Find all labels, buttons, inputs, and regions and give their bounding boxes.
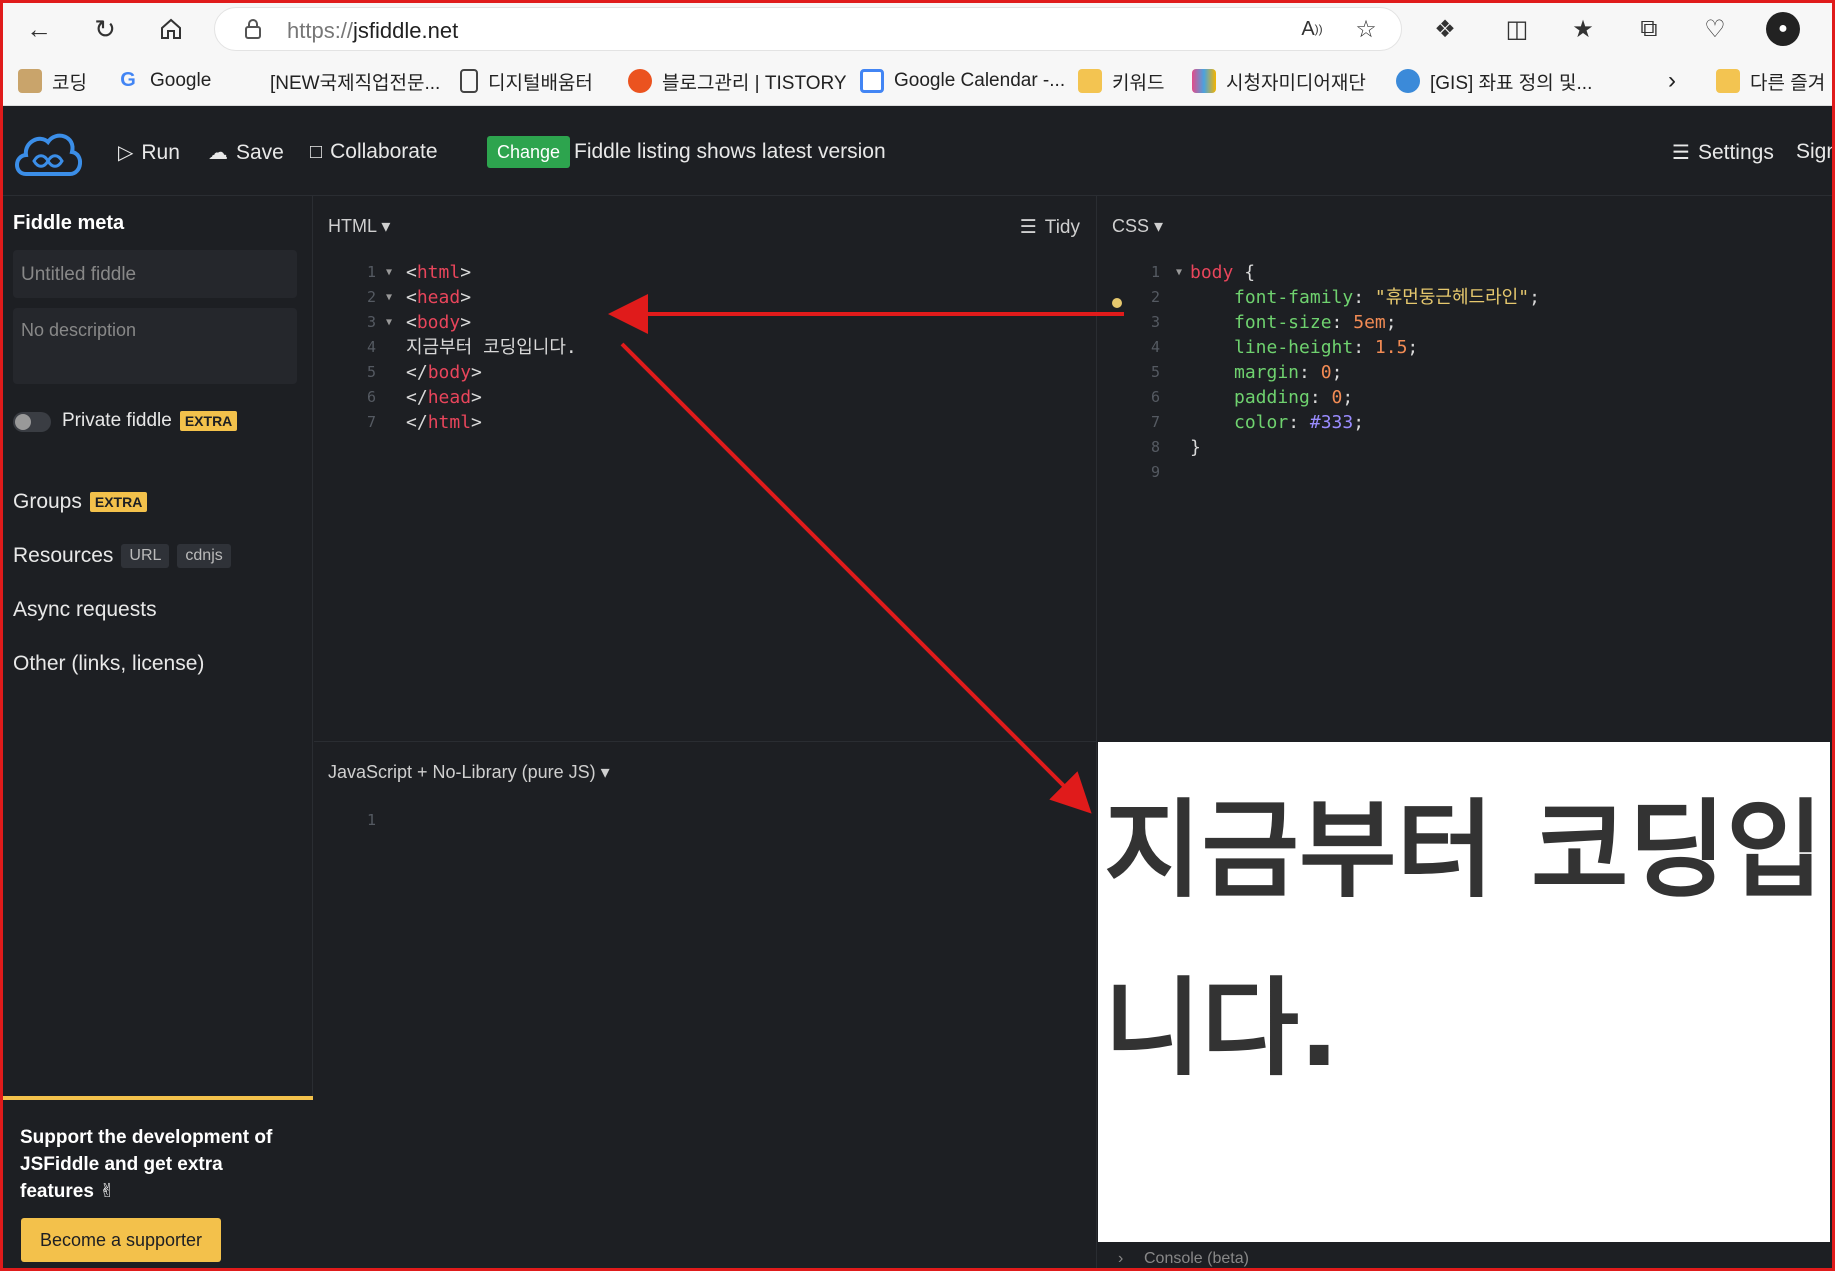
- extra-badge: EXTRA: [89, 492, 148, 512]
- listing-notice: Fiddle listing shows latest version: [574, 140, 886, 163]
- sidebar-item-resources[interactable]: Resources URL cdnjs: [13, 544, 231, 568]
- bookmark-item[interactable]: 디지털배움터: [460, 66, 593, 96]
- sidebar-item-async[interactable]: Async requests: [13, 598, 157, 622]
- folder-icon: [1716, 69, 1740, 93]
- js-code[interactable]: 1: [354, 808, 1074, 833]
- fiddle-description-input[interactable]: No description: [13, 308, 297, 384]
- url-text: https://jsfiddle.net: [287, 18, 459, 43]
- console-bar[interactable]: › Console (beta): [1098, 1242, 1830, 1271]
- bookmark-item[interactable]: [NEW국제직업전문...: [236, 66, 440, 96]
- address-bar[interactable]: https://jsfiddle.net A)) ☆: [214, 7, 1402, 51]
- url-chip[interactable]: URL: [121, 544, 170, 568]
- chat-bubble-icon: □: [310, 140, 323, 163]
- settings-button[interactable]: ☰ Settings: [1672, 140, 1774, 165]
- css-code[interactable]: 1 ▼ body { 2 font-family: "휴먼둥근헤드라인"; 3 font…: [1138, 260, 1818, 485]
- lock-icon: [245, 19, 261, 39]
- calendar-icon: [860, 69, 884, 93]
- app-header: ▷ Run ☁ Save □ Collaborate Change Fiddle li…: [0, 106, 1835, 196]
- performance-icon[interactable]: ♡: [1698, 12, 1732, 46]
- sidebar-item-groups[interactable]: Groups EXTRA: [13, 490, 148, 514]
- signin-button[interactable]: Sign: [1796, 140, 1835, 164]
- cdnjs-chip[interactable]: cdnjs: [177, 544, 231, 568]
- result-panel: 지금부터 코딩입니다.: [1098, 742, 1830, 1242]
- read-aloud-icon[interactable]: A)): [1295, 12, 1329, 46]
- sidebar: Fiddle meta Untitled fiddle No descripti…: [0, 196, 313, 1271]
- bookmark-item[interactable]: 코딩: [18, 66, 87, 96]
- refresh-icon[interactable]: ↻: [86, 10, 124, 48]
- css-panel[interactable]: CSS ▾ 1 ▼ body { 2 font-family: "휴먼둥근헤드라인";…: [1098, 196, 1830, 742]
- favorites-icon[interactable]: ★: [1566, 12, 1600, 46]
- bookmark-item[interactable]: Google Calendar -...: [860, 66, 1065, 96]
- bookmarks-bar: 코딩 G Google [NEW국제직업전문... 디지털배움터 블로그관리 | …: [0, 58, 1835, 106]
- result-text: 지금부터 코딩입니다.: [1104, 789, 1824, 1090]
- blank-favicon: [236, 69, 260, 93]
- split-screen-icon[interactable]: ◫: [1500, 12, 1534, 46]
- extensions-icon[interactable]: ❖: [1428, 12, 1462, 46]
- jsfiddle-logo[interactable]: [12, 128, 84, 180]
- become-supporter-button[interactable]: Become a supporter: [21, 1218, 221, 1262]
- sidebar-title: Fiddle meta: [13, 212, 125, 234]
- bookmark-item[interactable]: 시청자미디어재단: [1192, 66, 1366, 96]
- html-code[interactable]: 1 ▼ <html> 2 ▼ <head> 3 ▼ <body> 4 지금부터 코딩입니다. …: [354, 260, 1074, 435]
- back-arrow-icon[interactable]: ←: [20, 10, 58, 48]
- cloud-upload-icon: ☁: [208, 142, 228, 164]
- favorite-star-icon[interactable]: ☆: [1349, 12, 1383, 46]
- js-panel-label[interactable]: JavaScript + No-Library (pure JS) ▾: [328, 762, 610, 783]
- run-button[interactable]: ▷ Run: [118, 140, 180, 165]
- bookmark-item[interactable]: 키워드: [1078, 66, 1164, 96]
- support-text: Support the development of JSFiddle and …: [20, 1127, 273, 1202]
- media-icon: [1192, 69, 1216, 93]
- play-icon: ▷: [118, 142, 134, 164]
- sliders-icon: ☰: [1672, 142, 1690, 164]
- profile-avatar[interactable]: ●: [1766, 12, 1800, 46]
- bookmark-item[interactable]: 블로그관리 | TISTORY: [628, 66, 847, 96]
- google-icon: G: [120, 69, 136, 91]
- bookmark-item[interactable]: [GIS] 좌표 정의 및...: [1396, 66, 1592, 96]
- private-toggle[interactable]: [13, 412, 51, 432]
- dog-favicon: [18, 69, 42, 93]
- html-panel[interactable]: HTML ▾ ☰ Tidy 1 ▼ <html> 2 ▼ <head> 3 ▼ <body> …: [314, 196, 1097, 742]
- bookmark-item[interactable]: G Google: [116, 66, 211, 96]
- collaborate-button[interactable]: □ Collaborate: [310, 140, 438, 164]
- tistory-icon: [628, 69, 652, 93]
- sidebar-item-other[interactable]: Other (links, license): [13, 652, 204, 676]
- lint-warning-dot: [1112, 298, 1122, 308]
- globe-icon: [1396, 69, 1420, 93]
- bookmark-item[interactable]: 다른 즐겨: [1716, 66, 1825, 96]
- browser-toolbar: ← ↻ https://jsfiddle.net A)) ☆ ❖ ◫ ★ ⧉ ♡…: [0, 0, 1835, 58]
- html-panel-label[interactable]: HTML ▾: [328, 216, 390, 237]
- css-panel-label[interactable]: CSS ▾: [1112, 216, 1163, 237]
- chevron-right-icon: ›: [1118, 1250, 1124, 1267]
- save-button[interactable]: ☁ Save: [208, 140, 284, 165]
- page-icon: [460, 69, 478, 93]
- tidy-button[interactable]: ☰ Tidy: [1020, 216, 1080, 239]
- extra-badge: EXTRA: [179, 411, 238, 431]
- fiddle-name-input[interactable]: Untitled fiddle: [13, 250, 297, 298]
- collections-icon[interactable]: ⧉: [1632, 12, 1666, 46]
- folder-icon: [1078, 69, 1102, 93]
- support-box: Support the development of JSFiddle and …: [0, 1096, 313, 1271]
- private-fiddle-label: Private fiddle EXTRA: [62, 410, 238, 432]
- change-button[interactable]: Change: [487, 136, 571, 168]
- home-icon[interactable]: [152, 10, 190, 48]
- align-lines-icon: ☰: [1019, 217, 1037, 238]
- chevron-right-icon[interactable]: ›: [1668, 66, 1676, 96]
- js-panel[interactable]: JavaScript + No-Library (pure JS) ▾ 1: [314, 742, 1097, 1271]
